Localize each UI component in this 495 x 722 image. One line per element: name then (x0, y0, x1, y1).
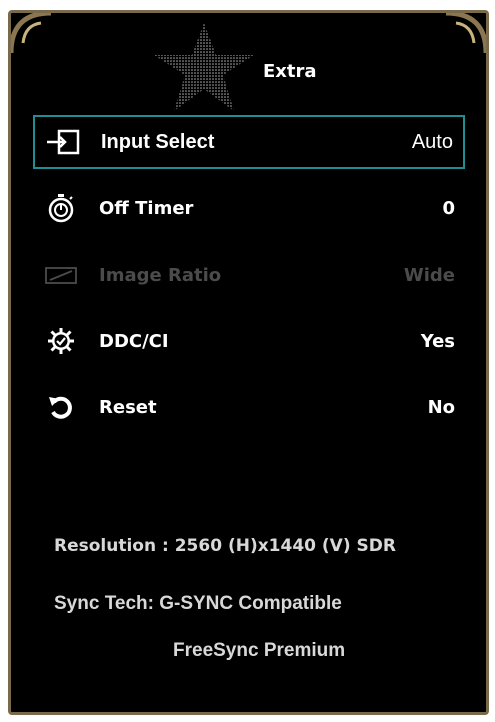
menu-item-label: Image Ratio (99, 264, 222, 286)
menu-title: Extra (263, 61, 317, 82)
resolution-info: Resolution : 2560 (H)x1440 (V) SDR (54, 536, 396, 556)
aspect-ratio-icon (39, 259, 83, 291)
sync-tech-info: Sync Tech: G-SYNC Compatible (54, 593, 342, 614)
input-select-icon (41, 126, 85, 158)
gear-check-icon (39, 325, 83, 357)
stopwatch-icon (39, 192, 83, 224)
menu-item-label: Input Select (101, 130, 215, 153)
osd-panel: Extra Input Select Auto Off Timer 0 Imag… (8, 10, 489, 715)
menu-item-value: Yes (420, 330, 455, 352)
menu-item-value: No (427, 396, 455, 418)
reset-icon (39, 391, 83, 423)
menu-item-label: Reset (99, 396, 157, 418)
menu-item-value: Auto (411, 130, 453, 153)
menu-item-image-ratio[interactable]: Image Ratio Wide (33, 248, 465, 302)
menu-item-label: Off Timer (99, 197, 194, 219)
star-logo-icon (154, 23, 254, 111)
menu-item-reset[interactable]: Reset No (33, 380, 465, 434)
corner-ornament-right (445, 13, 486, 54)
menu-item-value: Wide (403, 264, 455, 286)
menu-item-input-select[interactable]: Input Select Auto (33, 115, 465, 169)
menu-item-label: DDC/CI (99, 330, 169, 352)
menu-item-value: 0 (442, 197, 455, 219)
menu-item-off-timer[interactable]: Off Timer 0 (33, 181, 465, 235)
menu-item-ddc-ci[interactable]: DDC/CI Yes (33, 314, 465, 368)
corner-ornament-left (11, 13, 52, 54)
freesync-info: FreeSync Premium (173, 640, 346, 661)
